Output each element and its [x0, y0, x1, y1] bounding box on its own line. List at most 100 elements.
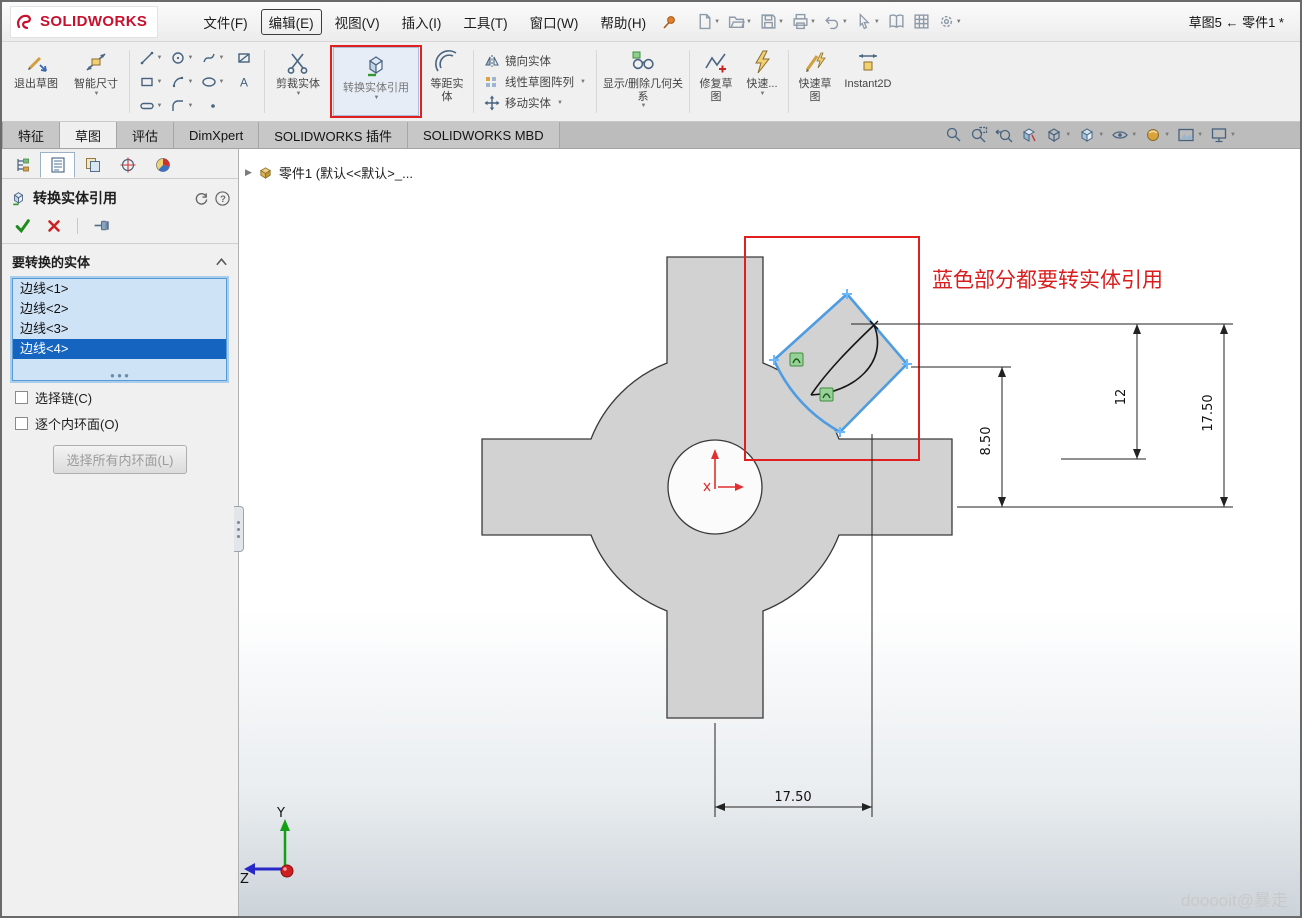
circle-tool[interactable]: ▼ [166, 46, 197, 70]
dropdown-caret-icon[interactable]: ▼ [157, 79, 163, 85]
dimxpert-manager-tab[interactable] [110, 152, 145, 178]
breadcrumb[interactable]: ▶ 零件1 (默认<<默认>_... [245, 163, 413, 182]
zoom-area-button[interactable] [970, 126, 988, 144]
text-tool[interactable]: A [228, 70, 259, 94]
offset-entities-button[interactable]: 等距实体 [424, 44, 470, 119]
dropdown-caret-icon[interactable]: ▼ [157, 103, 163, 109]
checkbox-box[interactable] [15, 417, 28, 430]
menu-help[interactable]: 帮助(H) [591, 8, 655, 36]
dropdown-caret-icon[interactable]: ▼ [714, 19, 720, 25]
select-button[interactable]: ▼ [853, 11, 883, 32]
dropdown-caret-icon[interactable]: ▼ [1230, 132, 1236, 138]
dropdown-caret-icon[interactable]: ▼ [374, 95, 380, 101]
display-style-button[interactable]: ▼ [1078, 126, 1104, 144]
open-document-button[interactable]: ▼ [725, 11, 755, 32]
smart-dimension-button[interactable]: 智能尺寸 ▼ [66, 44, 126, 119]
view-settings-button[interactable]: ▼ [1210, 126, 1236, 144]
dropdown-caret-icon[interactable]: ▼ [956, 19, 962, 25]
convert-entities-button[interactable]: 转换实体引用 ▼ [333, 47, 419, 116]
dimension-12[interactable]: 12 [1114, 324, 1141, 459]
plane-tool[interactable] [228, 46, 259, 70]
listbox-item[interactable]: 边线<2> [13, 299, 226, 319]
pin-menu-icon[interactable] [661, 14, 677, 30]
mirror-entities-button[interactable]: 镜向实体 [479, 52, 591, 70]
menu-insert[interactable]: 插入(I) [393, 8, 451, 36]
rapid-sketch-button[interactable]: 快速草图 [792, 44, 838, 119]
entities-listbox[interactable]: 边线<1> 边线<2> 边线<3> 边线<4> ● ● ● [12, 278, 227, 381]
menu-edit[interactable]: 编辑(E) [261, 9, 322, 35]
hide-show-items-button[interactable]: ▼ [1111, 126, 1137, 144]
exit-sketch-button[interactable]: 退出草图 [6, 44, 66, 119]
tab-features[interactable]: 特征 [2, 122, 60, 148]
cancel-x-button[interactable] [46, 218, 62, 234]
dropdown-caret-icon[interactable]: ▼ [557, 100, 563, 106]
ok-check-button[interactable] [14, 217, 31, 234]
flyout-tree-arrow-icon[interactable]: ▶ [245, 167, 252, 178]
grid-button[interactable] [910, 11, 933, 32]
select-all-inner-loops-button[interactable]: 选择所有内环面(L) [53, 445, 188, 474]
tab-sketch[interactable]: 草图 [60, 122, 117, 148]
dropdown-caret-icon[interactable]: ▼ [640, 103, 646, 109]
undo-button[interactable]: ▼ [821, 11, 851, 32]
dimension-8-50[interactable]: 8.50 [979, 367, 1006, 507]
help-icon[interactable]: ? [215, 191, 230, 206]
linear-sketch-pattern-button[interactable]: 线性草图阵列 ▼ [479, 73, 591, 91]
dropdown-caret-icon[interactable]: ▼ [219, 79, 225, 85]
keep-visible-pin-button[interactable] [93, 217, 110, 234]
breadcrumb-text[interactable]: 零件1 (默认<<默认>_... [279, 163, 413, 182]
dropdown-caret-icon[interactable]: ▼ [874, 19, 880, 25]
menu-tools[interactable]: 工具(T) [454, 8, 516, 36]
dropdown-caret-icon[interactable]: ▼ [1131, 132, 1137, 138]
report-button[interactable] [885, 11, 908, 32]
display-manager-tab[interactable] [145, 152, 180, 178]
dimension-17-50-right[interactable]: 17.50 [1201, 324, 1228, 507]
model-scene[interactable]: 蓝色部分都要转实体引用 8.50 [239, 157, 1300, 912]
message-expand-icon[interactable] [194, 191, 209, 206]
new-document-button[interactable]: ▼ [693, 11, 723, 32]
collapse-chevron-icon[interactable] [215, 257, 228, 267]
dropdown-caret-icon[interactable]: ▼ [1065, 132, 1071, 138]
save-button[interactable]: ▼ [757, 11, 787, 32]
dropdown-caret-icon[interactable]: ▼ [296, 91, 302, 97]
panel-splitter[interactable] [234, 506, 244, 552]
dropdown-caret-icon[interactable]: ▼ [188, 55, 194, 61]
move-entities-button[interactable]: 移动实体 ▼ [479, 94, 591, 112]
dropdown-caret-icon[interactable]: ▼ [94, 91, 100, 97]
quick-snaps-button[interactable]: 快速... ▼ [739, 44, 785, 119]
dropdown-caret-icon[interactable]: ▼ [219, 55, 225, 61]
listbox-item[interactable]: 边线<1> [13, 279, 226, 299]
tab-evaluate[interactable]: 评估 [117, 122, 174, 148]
listbox-item-selected[interactable]: 边线<4> [13, 339, 226, 359]
point-tool[interactable] [197, 94, 228, 118]
dropdown-caret-icon[interactable]: ▼ [157, 55, 163, 61]
checkbox-box[interactable] [15, 391, 28, 404]
spline-tool[interactable]: ▼ [197, 46, 228, 70]
display-delete-relations-button[interactable]: 显示/删除几何关系 ▼ [600, 44, 686, 119]
ellipse-tool[interactable]: ▼ [197, 70, 228, 94]
dropdown-caret-icon[interactable]: ▼ [810, 19, 816, 25]
feature-manager-tab[interactable] [5, 152, 40, 178]
tab-solidworks-addins[interactable]: SOLIDWORKS 插件 [259, 122, 408, 148]
configuration-manager-tab[interactable] [75, 152, 110, 178]
edit-appearance-button[interactable]: ▼ [1144, 126, 1170, 144]
zoom-fit-button[interactable] [945, 126, 963, 144]
property-manager-tab[interactable] [40, 152, 75, 178]
dropdown-caret-icon[interactable]: ▼ [778, 19, 784, 25]
options-button[interactable]: ▼ [935, 11, 965, 32]
dropdown-caret-icon[interactable]: ▼ [842, 19, 848, 25]
dropdown-caret-icon[interactable]: ▼ [580, 79, 586, 85]
dropdown-caret-icon[interactable]: ▼ [1098, 132, 1104, 138]
graphics-area[interactable]: ▶ 零件1 (默认<<默认>_... [239, 149, 1300, 916]
dropdown-caret-icon[interactable]: ▼ [746, 19, 752, 25]
dropdown-caret-icon[interactable]: ▼ [1164, 132, 1170, 138]
print-button[interactable]: ▼ [789, 11, 819, 32]
apply-scene-button[interactable]: ▼ [1177, 126, 1203, 144]
dropdown-caret-icon[interactable]: ▼ [188, 103, 194, 109]
dimension-17-50-bottom[interactable]: 17.50 [715, 790, 872, 811]
view-orientation-button[interactable]: ▼ [1045, 126, 1071, 144]
listbox-resize-grip[interactable]: ● ● ● [13, 372, 226, 380]
relation-badge-icon[interactable] [790, 353, 803, 366]
slot-tool[interactable]: ▼ [135, 94, 166, 118]
dropdown-caret-icon[interactable]: ▼ [1197, 132, 1203, 138]
menu-window[interactable]: 窗口(W) [521, 8, 588, 36]
